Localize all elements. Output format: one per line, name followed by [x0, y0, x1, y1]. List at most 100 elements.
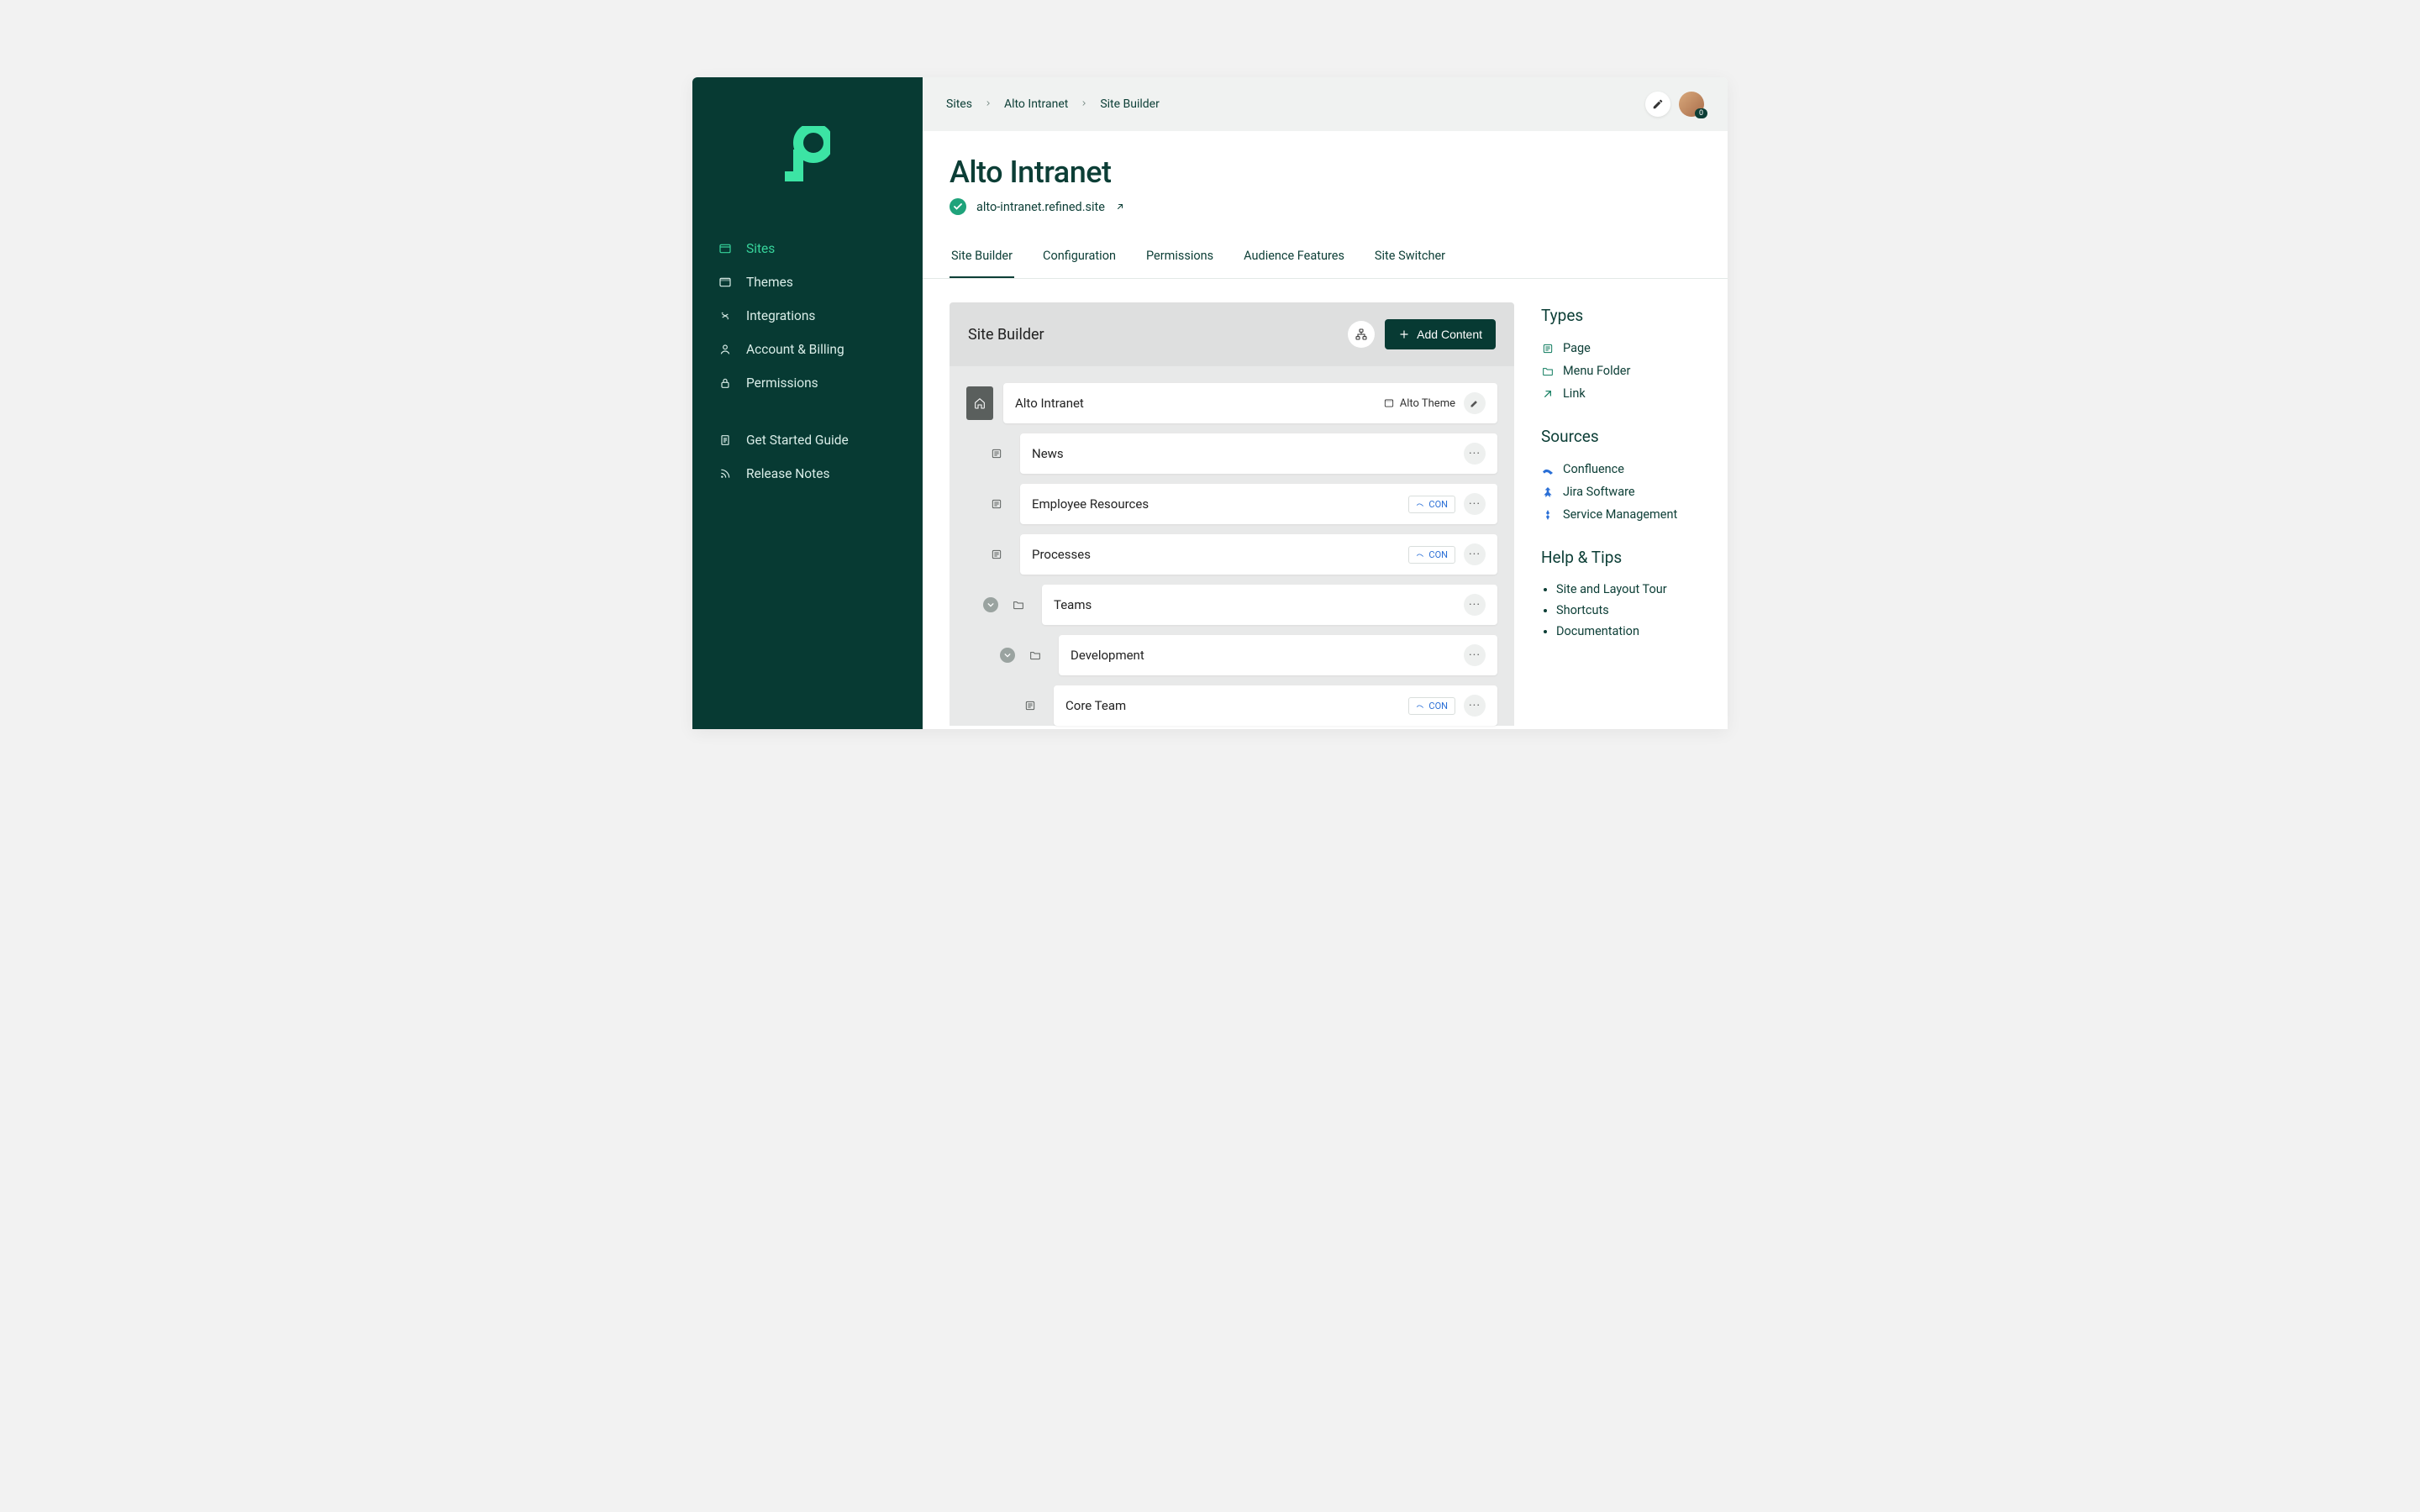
- tree-item[interactable]: News ···: [1020, 433, 1497, 474]
- source-badge: CON: [1408, 546, 1455, 564]
- brand-logo: [692, 86, 923, 232]
- tree-item-label: Core Team: [1065, 698, 1126, 713]
- sidebar-item-themes[interactable]: Themes: [702, 265, 913, 299]
- nav-label: Get Started Guide: [746, 433, 849, 448]
- link-icon: [1541, 387, 1555, 401]
- sidebar: Sites Themes Integrations Account & Billing…: [692, 77, 923, 729]
- chevron-right-icon: [984, 97, 992, 111]
- home-handle[interactable]: [966, 386, 993, 420]
- sidebar-item-sites[interactable]: Sites: [702, 232, 913, 265]
- sp-label: Service Management: [1563, 507, 1677, 522]
- tree-row: Processes CON ···: [966, 534, 1497, 575]
- tree-item-label: Development: [1071, 648, 1144, 663]
- help-item[interactable]: Shortcuts: [1556, 600, 1701, 621]
- sidebar-item-account-billing[interactable]: Account & Billing: [702, 333, 913, 366]
- tab-audience-features[interactable]: Audience Features: [1242, 249, 1346, 278]
- theme-tag: Alto Theme: [1383, 397, 1455, 410]
- status-ok-icon: [950, 198, 966, 215]
- source-badge: CON: [1408, 496, 1455, 513]
- home-icon: [973, 396, 986, 410]
- types-item[interactable]: Menu Folder: [1541, 360, 1701, 382]
- account-icon: [718, 342, 733, 357]
- tree-item[interactable]: Processes CON ···: [1020, 534, 1497, 575]
- nav-label: Themes: [746, 275, 793, 290]
- external-link-icon: [1115, 202, 1125, 212]
- chevron-down-icon[interactable]: [1000, 648, 1015, 663]
- logo-icon: [785, 126, 830, 181]
- tree-item[interactable]: Core TeamCON···: [1054, 685, 1497, 726]
- add-content-label: Add Content: [1417, 328, 1482, 341]
- tree-item[interactable]: Teams···: [1042, 585, 1497, 625]
- edit-button[interactable]: [1645, 92, 1670, 117]
- doc-icon: [718, 433, 733, 448]
- tree-item[interactable]: Employee ResourcesCON···: [1020, 484, 1497, 524]
- structure-button[interactable]: [1348, 321, 1375, 348]
- sources-item[interactable]: Service Management: [1541, 503, 1701, 526]
- site-url[interactable]: alto-intranet.refined.site: [976, 200, 1105, 214]
- help-heading: Help & Tips: [1541, 548, 1701, 567]
- tree-item-label: News: [1032, 446, 1064, 461]
- nav-label: Integrations: [746, 308, 815, 323]
- sidebar-item-get-started-guide[interactable]: Get Started Guide: [702, 423, 913, 457]
- avatar[interactable]: 0: [1679, 92, 1704, 117]
- tree-item[interactable]: Development ···: [1059, 635, 1497, 675]
- chevron-down-icon[interactable]: [983, 597, 998, 612]
- chevron-right-icon: [1080, 97, 1088, 111]
- tab-site-switcher[interactable]: Site Switcher: [1373, 249, 1447, 278]
- sidebar-item-integrations[interactable]: Integrations: [702, 299, 913, 333]
- jsm-icon: [1541, 508, 1555, 522]
- sources-item[interactable]: Jira Software: [1541, 480, 1701, 503]
- sitemap-icon: [1355, 328, 1368, 341]
- sp-label: Jira Software: [1563, 485, 1635, 499]
- breadcrumb-item[interactable]: Site Builder: [1100, 97, 1160, 111]
- breadcrumb-item[interactable]: Alto Intranet: [1004, 97, 1068, 111]
- rss-icon: [718, 466, 733, 481]
- tree: Alto Intranet Alto Theme: [950, 366, 1514, 726]
- tree-item-label: Processes: [1032, 547, 1091, 562]
- more-button[interactable]: ···: [1464, 493, 1486, 515]
- breadcrumb: Sites Alto Intranet Site Builder: [946, 97, 1160, 111]
- tree-row: Development ···: [966, 635, 1497, 675]
- more-button[interactable]: ···: [1464, 644, 1486, 666]
- integrations-icon: [718, 308, 733, 323]
- more-button[interactable]: ···: [1464, 695, 1486, 717]
- page-title: Alto Intranet: [950, 155, 1701, 190]
- tab-configuration[interactable]: Configuration: [1041, 249, 1118, 278]
- edit-row-button[interactable]: [1464, 392, 1486, 414]
- jira-icon: [1541, 486, 1555, 499]
- sp-label: Menu Folder: [1563, 364, 1630, 378]
- page-header: Alto Intranet alto-intranet.refined.site: [923, 131, 1728, 215]
- help-item[interactable]: Documentation: [1556, 621, 1701, 642]
- types-heading: Types: [1541, 306, 1701, 325]
- sidebar-item-permissions[interactable]: Permissions: [702, 366, 913, 400]
- types-item[interactable]: Page: [1541, 337, 1701, 360]
- tab-site-builder[interactable]: Site Builder: [950, 249, 1014, 278]
- tree-row: Employee ResourcesCON···: [966, 484, 1497, 524]
- help-item[interactable]: Site and Layout Tour: [1556, 579, 1701, 600]
- types-item[interactable]: Link: [1541, 382, 1701, 405]
- sources-item[interactable]: Confluence: [1541, 458, 1701, 480]
- more-button[interactable]: ···: [1464, 443, 1486, 465]
- row-icon-handle: [1005, 588, 1032, 622]
- themes-icon: [718, 275, 733, 290]
- tree-root[interactable]: Alto Intranet Alto Theme: [1003, 383, 1497, 423]
- confluence-icon: [1541, 463, 1555, 476]
- more-button[interactable]: ···: [1464, 543, 1486, 565]
- page-icon: [1541, 342, 1555, 355]
- permissions-icon: [718, 375, 733, 391]
- breadcrumb-item[interactable]: Sites: [946, 97, 972, 111]
- pencil-icon: [1470, 398, 1480, 408]
- add-content-button[interactable]: Add Content: [1385, 319, 1496, 349]
- sidebar-item-release-notes[interactable]: Release Notes: [702, 457, 913, 491]
- tab-permissions[interactable]: Permissions: [1144, 249, 1215, 278]
- theme-icon: [1383, 397, 1395, 409]
- more-button[interactable]: ···: [1464, 594, 1486, 616]
- nav-label: Permissions: [746, 375, 818, 391]
- pencil-icon: [1652, 98, 1664, 110]
- sp-label: Link: [1563, 386, 1586, 401]
- row-icon-handle: [1017, 689, 1044, 722]
- tree-row: Teams···: [966, 585, 1497, 625]
- builder-title: Site Builder: [968, 326, 1044, 344]
- row-icon-handle: [983, 487, 1010, 521]
- topbar: Sites Alto Intranet Site Builder 0: [923, 77, 1728, 131]
